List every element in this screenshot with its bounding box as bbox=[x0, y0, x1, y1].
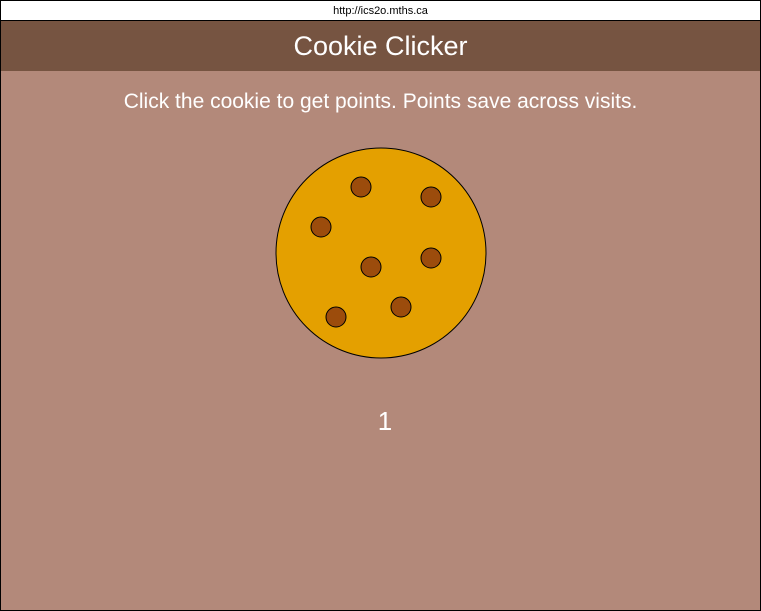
chocolate-chip bbox=[350, 176, 372, 198]
chocolate-chip bbox=[325, 306, 347, 328]
page-header: Cookie Clicker bbox=[1, 21, 760, 71]
page-frame: http://ics2o.mths.ca Cookie Clicker Clic… bbox=[0, 0, 761, 611]
chocolate-chip bbox=[310, 216, 332, 238]
url-text: http://ics2o.mths.ca bbox=[333, 5, 428, 17]
instructions-text: Click the cookie to get points. Points s… bbox=[123, 90, 638, 113]
page-title: Cookie Clicker bbox=[293, 31, 468, 61]
cookie-icon[interactable] bbox=[275, 147, 487, 359]
chocolate-chip bbox=[420, 247, 442, 269]
cookie-body bbox=[275, 147, 487, 359]
url-bar: http://ics2o.mths.ca bbox=[1, 1, 760, 21]
chocolate-chip bbox=[420, 186, 442, 208]
chocolate-chip bbox=[390, 296, 412, 318]
score-display: 1 bbox=[377, 406, 393, 436]
chocolate-chip bbox=[360, 256, 382, 278]
